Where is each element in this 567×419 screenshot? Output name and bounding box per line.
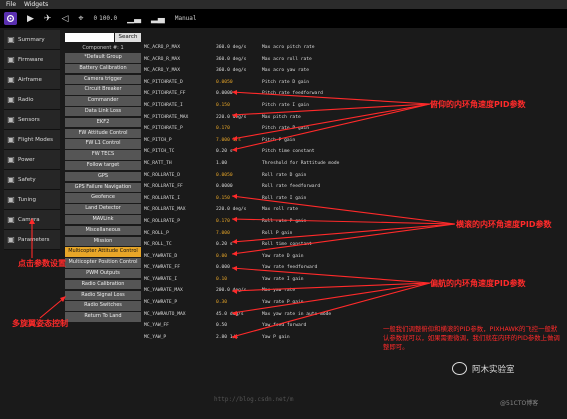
annotation-roll: 横滚的内环角速度PID参数 [456, 220, 552, 229]
copyright-mark: @51CTO博客 [500, 400, 539, 407]
annotation-note: 一般我们调整俯仰和横滚的PID参数，PIXHAWK的飞控一般默认参数就可以，如果… [383, 325, 560, 351]
annotation-pitch: 俯仰的内环角速度PID参数 [430, 100, 526, 109]
watermark-url: http://blog.csdn.net/m [214, 396, 294, 403]
lab-logo-icon [452, 362, 467, 375]
lab-name: 阿木实验室 [472, 365, 515, 375]
annotation-attitude: 多旋翼姿态控制 [12, 319, 68, 328]
annotation-params: 点击参数设置 [18, 259, 66, 268]
annotation-arrows [29, 90, 456, 339]
annotation-yaw: 偏航的内环角速度PID参数 [430, 279, 526, 288]
